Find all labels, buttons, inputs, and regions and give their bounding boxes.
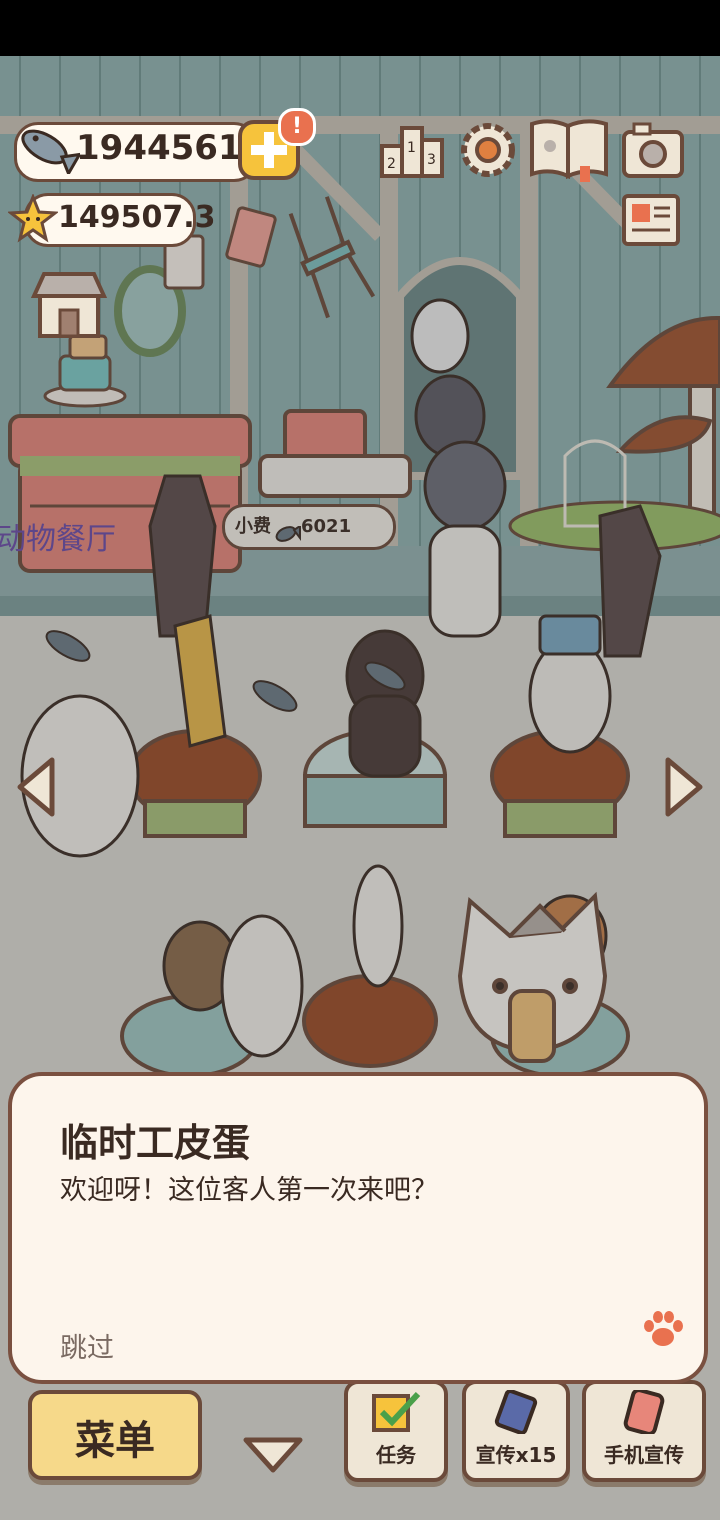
- svg-text:1: 1: [407, 140, 416, 156]
- svg-text:2: 2: [387, 156, 396, 172]
- tip-bubble[interactable]: 小费 6021: [222, 504, 396, 550]
- newspaper-button[interactable]: [620, 190, 682, 254]
- star-currency-value: 149507.3: [58, 200, 216, 235]
- newspaper-icon: [622, 194, 680, 246]
- flyer-icon: [494, 1390, 538, 1434]
- phone-promote-button-label: 手机宣传: [604, 1443, 684, 1467]
- camera-icon: [622, 122, 684, 178]
- phone-icon: [623, 1390, 665, 1434]
- fish-currency-value: 1944561: [76, 128, 242, 168]
- promote-button[interactable]: 宣传x15: [462, 1380, 570, 1482]
- star-icon: [6, 192, 60, 248]
- fish-icon: [275, 517, 301, 557]
- phone-promote-button[interactable]: 手机宣传: [582, 1380, 706, 1482]
- collapse-button[interactable]: [242, 1436, 304, 1480]
- svg-text:3: 3: [427, 152, 436, 168]
- paw-icon: [642, 1310, 684, 1354]
- checkbox-icon: [372, 1391, 421, 1432]
- leaderboard-icon: 2 1 3: [380, 126, 444, 178]
- scroll-right-button[interactable]: [662, 754, 708, 824]
- fish-icon: [16, 124, 83, 178]
- tasks-button[interactable]: 任务: [344, 1380, 448, 1482]
- dialog-speaker-name: 临时工皮蛋: [60, 1121, 251, 1165]
- right-arrow-icon: [665, 757, 703, 817]
- gear-icon: [461, 123, 515, 177]
- left-arrow-icon: [17, 757, 55, 817]
- dialog-box[interactable]: 临时工皮蛋 欢迎呀！这位客人第一次来吧？ 跳过: [8, 1072, 708, 1384]
- tasks-button-label: 任务: [376, 1443, 416, 1467]
- scroll-left-button[interactable]: [12, 754, 58, 824]
- dialog-text: 欢迎呀！这位客人第一次来吧？: [60, 1175, 438, 1206]
- promote-button-label: 宣传x15: [475, 1443, 557, 1467]
- book-icon: [530, 119, 608, 182]
- shop-button[interactable]: [30, 270, 108, 346]
- alert-badge: !: [278, 108, 316, 146]
- menu-button-label: 菜单: [75, 1418, 155, 1464]
- down-arrow-icon: [243, 1437, 303, 1473]
- camera-button[interactable]: [620, 120, 686, 184]
- tip-label: 小费: [235, 516, 271, 537]
- shop-icon: [30, 272, 108, 338]
- settings-button[interactable]: [456, 118, 520, 186]
- leaderboard-button[interactable]: 2 1 3: [380, 120, 444, 184]
- menu-button[interactable]: 菜单: [28, 1390, 202, 1480]
- restaurant-sign: 动物餐厅: [0, 522, 116, 557]
- alert-badge-text: !: [291, 114, 303, 139]
- recipe-book-button[interactable]: [528, 116, 610, 186]
- skip-button[interactable]: 跳过: [60, 1326, 114, 1365]
- tip-amount: 6021: [301, 516, 352, 537]
